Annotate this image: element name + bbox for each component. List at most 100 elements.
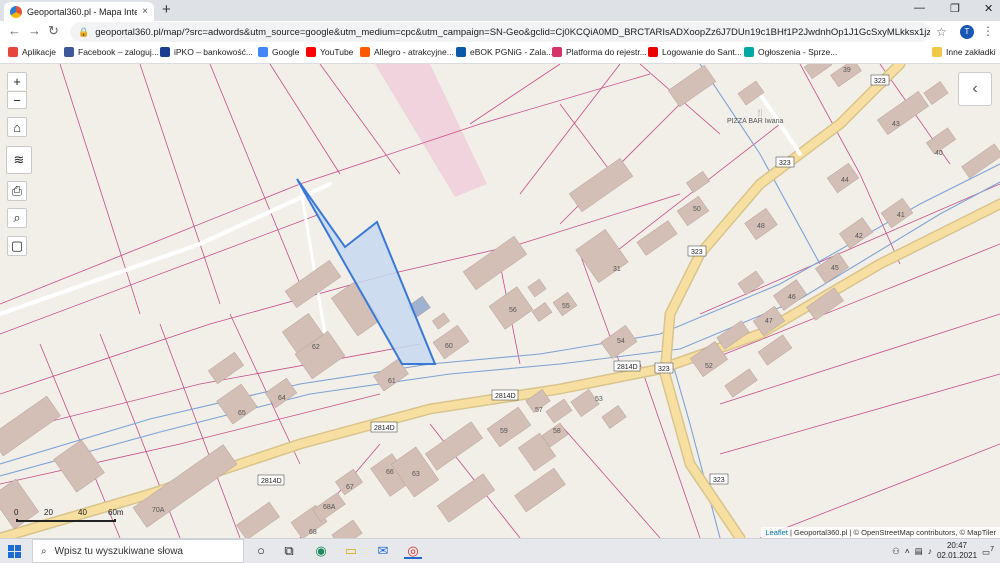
leaflet-link[interactable]: Leaflet bbox=[765, 528, 788, 537]
search-icon: ⌕ bbox=[41, 545, 47, 557]
zoom-in-button[interactable]: + bbox=[7, 72, 27, 90]
forward-arrow-icon[interactable]: → bbox=[28, 24, 41, 38]
house-number: 68 bbox=[309, 529, 317, 536]
bookmark-ipko[interactable]: iPKO – bankowość... bbox=[160, 47, 253, 57]
bookmark-ogloszenia[interactable]: Ogłoszenia - Sprze... bbox=[744, 47, 837, 57]
clock-time: 20:47 bbox=[946, 541, 968, 550]
house-number: 63 bbox=[412, 471, 420, 478]
allegro-icon bbox=[360, 47, 370, 57]
house-number: 55 bbox=[562, 303, 570, 310]
bookmark-google[interactable]: Google bbox=[258, 47, 299, 57]
google-icon bbox=[258, 47, 268, 57]
print-icon[interactable]: ⎙ bbox=[7, 181, 27, 201]
system-tray: ⚇ ˄ ▤ ♪ 20:47 02.01.2021 ▭7 bbox=[892, 539, 1000, 563]
profile-avatar[interactable]: T bbox=[960, 25, 974, 39]
zoom-out-button[interactable]: − bbox=[7, 91, 27, 109]
taskbar-search-placeholder: Wpisz tu wyszukiwane słowa bbox=[54, 545, 183, 557]
lock-icon: 🔒 bbox=[78, 26, 90, 37]
minimize-button[interactable]: — bbox=[914, 2, 925, 14]
folder-icon bbox=[932, 47, 942, 57]
task-view-icon[interactable]: ⧉ bbox=[280, 543, 298, 559]
search-icon[interactable]: ⌕ bbox=[7, 208, 27, 228]
network-icon[interactable]: ▤ bbox=[915, 546, 923, 557]
bookmark-youtube[interactable]: YouTube bbox=[306, 47, 353, 57]
geoportal-favicon-icon bbox=[10, 5, 22, 18]
house-number: 47 bbox=[765, 318, 773, 325]
browser-toolbar: ← → ↻ 🔒 geoportal360.pl/map/?src=adwords… bbox=[0, 21, 1000, 43]
facebook-icon bbox=[64, 47, 74, 57]
tab-close-button[interactable]: × bbox=[142, 6, 148, 17]
back-arrow-icon[interactable]: ← bbox=[8, 24, 21, 38]
mail-icon[interactable]: ✉ bbox=[374, 543, 392, 559]
bookmark-facebook[interactable]: Facebook – zaloguj... bbox=[64, 47, 159, 57]
chrome-icon[interactable]: ◎ bbox=[404, 543, 422, 559]
house-number: 59 bbox=[500, 428, 508, 435]
layers-icon[interactable]: ≋ bbox=[6, 146, 32, 174]
address-bar[interactable]: 🔒 geoportal360.pl/map/?src=adwords&utm_s… bbox=[70, 22, 930, 42]
chevron-up-icon[interactable]: ˄ bbox=[905, 546, 910, 556]
new-tab-button[interactable]: + bbox=[162, 2, 171, 18]
maximize-button[interactable]: ❐ bbox=[950, 2, 960, 15]
apps-grid-icon bbox=[8, 47, 18, 57]
legend-icon[interactable]: ▢ bbox=[7, 236, 27, 256]
file-explorer-icon[interactable]: ▭ bbox=[342, 543, 360, 559]
buildings bbox=[0, 64, 1000, 538]
restaurant-icon: 🍴 bbox=[756, 108, 765, 117]
road-label: 323 bbox=[713, 477, 725, 484]
house-number: 64 bbox=[278, 395, 286, 402]
platforma-icon bbox=[552, 47, 562, 57]
house-number: 67 bbox=[346, 484, 354, 491]
road-labels: 323 323 323 323 323 2814D 2814D 2814D 28… bbox=[257, 74, 890, 486]
house-number: 54 bbox=[617, 338, 625, 345]
road-label: 2814D bbox=[495, 393, 516, 400]
house-number: 65 bbox=[238, 410, 246, 417]
windows-taskbar: ⌕ Wpisz tu wyszukiwane słowa ○ ⧉ ◉ ▭ ✉ ◎… bbox=[0, 538, 1000, 563]
scale-label: 0 bbox=[14, 508, 19, 517]
tab-title: Geoportal360.pl - Mapa Interakt... bbox=[27, 6, 138, 17]
house-number: 61 bbox=[388, 378, 396, 385]
close-window-button[interactable]: ✕ bbox=[984, 2, 993, 15]
ipko-icon bbox=[160, 47, 170, 57]
bookmark-apps[interactable]: Aplikacje bbox=[8, 47, 56, 57]
menu-kebab-icon[interactable]: ⋮ bbox=[982, 24, 994, 38]
url-text[interactable]: geoportal360.pl/map/?src=adwords&utm_sou… bbox=[95, 27, 930, 38]
house-number: 50 bbox=[693, 206, 701, 213]
reload-icon[interactable]: ↻ bbox=[48, 24, 59, 38]
youtube-icon bbox=[306, 47, 316, 57]
house-number: 42 bbox=[855, 233, 863, 240]
olx-icon bbox=[744, 47, 754, 57]
bookmark-ebok-pgnig[interactable]: eBOK PGNiG - Zala... bbox=[456, 47, 553, 57]
notification-count: 7 bbox=[990, 544, 994, 553]
house-number: 41 bbox=[897, 212, 905, 219]
house-number: 70A bbox=[152, 507, 165, 514]
bookmark-platforma[interactable]: Platforma do rejestr... bbox=[552, 47, 647, 57]
house-number: 60 bbox=[445, 343, 453, 350]
taskbar-search[interactable]: ⌕ Wpisz tu wyszukiwane słowa bbox=[32, 539, 244, 563]
house-number: 52 bbox=[705, 363, 713, 370]
cortana-icon[interactable]: ○ bbox=[252, 543, 270, 559]
bookmark-star-icon[interactable]: ☆ bbox=[936, 25, 947, 39]
map-view[interactable]: 🍴 PIZZA BAR Iwana 39 43 40 44 41 42 45 4… bbox=[0, 64, 1000, 538]
people-icon[interactable]: ⚇ bbox=[892, 546, 900, 557]
bookmark-allegro[interactable]: Allegro - atrakcyjne... bbox=[360, 47, 454, 57]
edge-icon[interactable]: ◉ bbox=[312, 543, 330, 559]
map-canvas[interactable]: 🍴 PIZZA BAR Iwana 39 43 40 44 41 42 45 4… bbox=[0, 64, 1000, 538]
bookmark-santander[interactable]: Logowanie do Sant... bbox=[648, 47, 742, 57]
scale-bar: 0 20 40 60m bbox=[10, 508, 125, 524]
house-number: 57 bbox=[535, 407, 543, 414]
home-icon[interactable]: ⌂ bbox=[7, 117, 27, 137]
house-number: 46 bbox=[788, 294, 796, 301]
scale-label: 20 bbox=[44, 508, 53, 517]
bookmarks-bar: Aplikacje Facebook – zaloguj... iPKO – b… bbox=[0, 43, 1000, 64]
volume-icon[interactable]: ♪ bbox=[928, 546, 932, 556]
tab-strip: Geoportal360.pl - Mapa Interakt... × + —… bbox=[0, 0, 1000, 21]
house-number: 53 bbox=[595, 396, 603, 403]
house-number: 58 bbox=[553, 428, 561, 435]
windows-start-icon[interactable] bbox=[8, 545, 21, 558]
notification-icon[interactable]: ▭7 bbox=[982, 545, 994, 558]
santander-icon bbox=[648, 47, 658, 57]
panel-collapse-button[interactable]: ‹ bbox=[958, 72, 992, 106]
clock[interactable]: 20:47 02.01.2021 bbox=[937, 541, 977, 561]
bookmark-other[interactable]: Inne zakładki bbox=[932, 47, 996, 57]
browser-tab[interactable]: Geoportal360.pl - Mapa Interakt... × bbox=[4, 2, 154, 21]
